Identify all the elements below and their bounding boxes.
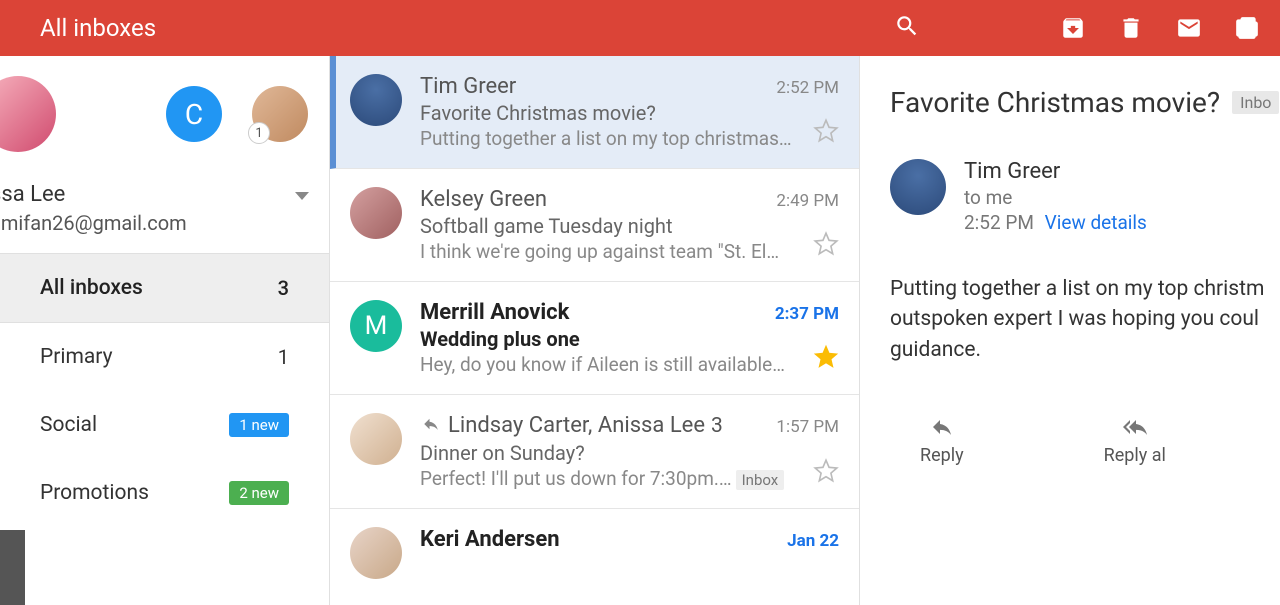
message-body: Putting together a list on my top christ… — [890, 274, 1280, 365]
email-item[interactable]: Tim Greer 2:52 PM Favorite Christmas mov… — [330, 56, 859, 169]
avatar-letter: C — [185, 98, 203, 131]
email-snippet: Hey, do you know if Aileen is still avai… — [420, 353, 839, 376]
nav-label: Primary — [40, 345, 113, 369]
email-sender: Keri Andersen — [420, 527, 560, 552]
star-outline-icon — [813, 458, 839, 484]
account-avatar-2[interactable]: 1 — [252, 86, 308, 142]
nav-count: 3 — [278, 276, 289, 300]
email-item[interactable]: Keri Andersen Jan 22 — [330, 509, 859, 597]
move-to-icon[interactable] — [1234, 15, 1260, 41]
current-user-avatar[interactable] — [0, 76, 56, 152]
search-icon — [894, 13, 920, 39]
nav-badge: 2 new — [229, 481, 289, 505]
user-email: amifan26@gmail.com — [0, 211, 309, 235]
nav-label: Social — [40, 413, 97, 437]
star-toggle[interactable] — [813, 344, 839, 374]
sender-avatar[interactable] — [350, 527, 402, 579]
reply-all-button[interactable]: Reply al — [1104, 415, 1166, 466]
email-subject: Favorite Christmas movie? — [420, 101, 839, 125]
star-toggle[interactable] — [813, 231, 839, 261]
inbox-chip: Inbox — [736, 470, 785, 490]
nav-count: 1 — [278, 345, 289, 369]
nav-label: All inboxes — [40, 276, 143, 300]
star-toggle[interactable] — [813, 118, 839, 148]
message-subject: Favorite Christmas movie? — [890, 86, 1220, 119]
nav-label: Promotions — [40, 481, 149, 505]
mark-unread-icon[interactable] — [1176, 15, 1202, 41]
email-sender: Merrill Anovick — [420, 300, 569, 325]
delete-icon[interactable] — [1118, 15, 1144, 41]
reply-label: Reply — [920, 445, 964, 466]
email-time: 2:49 PM — [776, 191, 839, 211]
account-switcher[interactable]: ssa Lee amifan26@gmail.com — [0, 182, 329, 254]
email-snippet: Perfect! I'll put us down for 7:30pm.…In… — [420, 467, 839, 490]
sender-avatar[interactable] — [350, 187, 402, 239]
sender-avatar[interactable]: M — [350, 300, 402, 352]
nav-primary[interactable]: Primary 1 — [0, 323, 329, 391]
email-sender: Lindsay Carter, Anissa Lee3 — [420, 413, 723, 439]
sidebar-scroll-handle[interactable] — [0, 530, 25, 605]
reply-icon — [927, 415, 957, 439]
email-sender: Tim Greer — [420, 74, 516, 99]
email-subject: Wedding plus one — [420, 327, 839, 351]
reply-all-label: Reply al — [1104, 445, 1166, 466]
header-title: All inboxes — [40, 14, 156, 42]
email-snippet: I think we're going up against team "St.… — [420, 240, 839, 263]
email-item[interactable]: Lindsay Carter, Anissa Lee3 1:57 PM Dinn… — [330, 395, 859, 509]
email-snippet: Putting together a list on my top christ… — [420, 127, 839, 150]
nav-badge: 1 new — [229, 413, 289, 437]
nav-social[interactable]: Social 1 new — [0, 391, 329, 459]
reply-all-icon — [1120, 415, 1150, 439]
star-outline-icon — [813, 231, 839, 257]
view-details-link[interactable]: View details — [1045, 211, 1147, 234]
star-filled-icon — [813, 344, 839, 370]
email-list: Tim Greer 2:52 PM Favorite Christmas mov… — [330, 56, 860, 605]
email-item[interactable]: M Merrill Anovick 2:37 PM Wedding plus o… — [330, 282, 859, 395]
star-toggle[interactable] — [813, 458, 839, 488]
nav-all-inboxes[interactable]: All inboxes 3 — [0, 254, 329, 323]
account-avatar-c[interactable]: C — [166, 86, 222, 142]
account-dropdown-icon — [295, 192, 309, 200]
inbox-chip[interactable]: Inbo — [1232, 91, 1279, 114]
message-recipient: to me — [964, 186, 1147, 209]
sender-avatar[interactable] — [350, 413, 402, 465]
star-outline-icon — [813, 118, 839, 144]
user-name: ssa Lee — [0, 182, 309, 207]
message-sender: Tim Greer — [964, 159, 1147, 184]
nav-promotions[interactable]: Promotions 2 new — [0, 459, 329, 527]
email-time: 1:57 PM — [776, 417, 839, 437]
message-time-row: 2:52 PM View details — [964, 211, 1147, 234]
sidebar: C 1 ssa Lee amifan26@gmail.com All inbox… — [0, 56, 330, 605]
sender-avatar[interactable] — [890, 159, 946, 215]
avatar-badge: 1 — [248, 122, 270, 144]
replied-icon — [420, 414, 442, 439]
reading-pane: Favorite Christmas movie? Inbo Tim Greer… — [860, 56, 1280, 605]
email-time: 2:52 PM — [776, 78, 839, 98]
reply-button[interactable]: Reply — [920, 415, 964, 466]
email-subject: Softball game Tuesday night — [420, 214, 839, 238]
email-item[interactable]: Kelsey Green 2:49 PM Softball game Tuesd… — [330, 169, 859, 282]
app-header: All inboxes — [0, 0, 1280, 56]
email-time: Jan 22 — [787, 531, 839, 551]
sender-avatar[interactable] — [350, 74, 402, 126]
email-sender: Kelsey Green — [420, 187, 547, 212]
thread-count: 3 — [711, 414, 723, 438]
archive-icon[interactable] — [1060, 15, 1086, 41]
avatar-letter: M — [365, 311, 388, 341]
email-subject: Dinner on Sunday? — [420, 441, 839, 465]
search-button[interactable] — [894, 13, 920, 43]
email-time: 2:37 PM — [775, 304, 839, 324]
